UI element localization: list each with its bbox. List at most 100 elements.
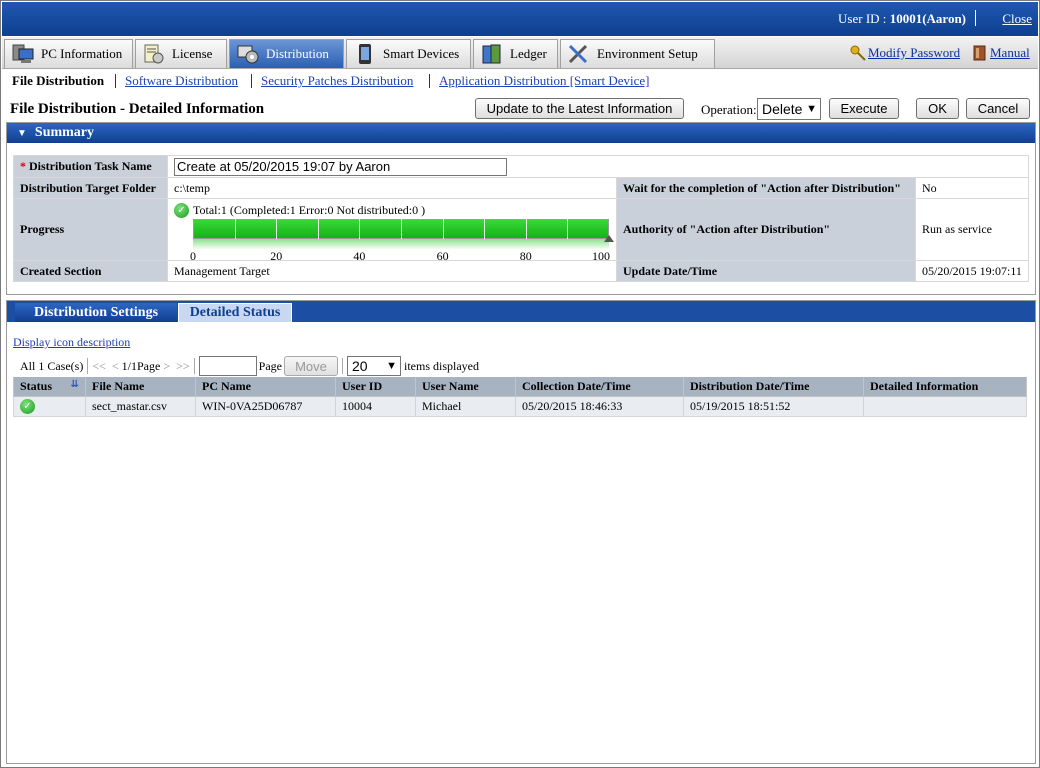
- update-datetime-value: 05/20/2015 19:07:11: [915, 260, 1029, 282]
- close-link[interactable]: Close: [1002, 11, 1032, 27]
- update-latest-button[interactable]: Update to the Latest Information: [475, 98, 684, 119]
- progress-tick-label: 0: [190, 248, 196, 263]
- check-circle-icon: ✓: [174, 202, 189, 218]
- subnav-divider: [251, 74, 252, 88]
- created-section-value: Management Target: [167, 260, 617, 282]
- prev-page-link[interactable]: <: [112, 359, 119, 374]
- sub-nav: File Distribution Software Distribution …: [2, 70, 1038, 92]
- cancel-button[interactable]: Cancel: [966, 98, 1030, 119]
- move-button[interactable]: Move: [283, 356, 338, 376]
- tab-label: PC Information: [41, 46, 123, 61]
- case-count: All 1 Case(s): [20, 358, 84, 373]
- pc-icon: [11, 43, 35, 65]
- column-header-file-name[interactable]: File Name: [85, 377, 196, 397]
- sort-icon[interactable]: ⇊: [71, 379, 79, 390]
- page-title: File Distribution - Detailed Information: [10, 101, 265, 117]
- icon-description-link[interactable]: Display icon description: [13, 335, 130, 350]
- subnav-application-distribution[interactable]: Application Distribution [Smart Device]: [439, 73, 649, 88]
- details-tabstrip: Distribution Settings Detailed Status: [7, 301, 1035, 322]
- detailed-information-cell: [863, 395, 1027, 417]
- progress-tick-label: 60: [436, 248, 449, 263]
- tab-smart-devices[interactable]: Smart Devices: [346, 39, 471, 68]
- subnav-current: File Distribution: [12, 73, 105, 88]
- tab-detailed-status[interactable]: Detailed Status: [178, 303, 292, 322]
- column-header-distribution-datetime[interactable]: Distribution Date/Time: [683, 377, 864, 397]
- user-id-display: User ID : 10001(Aaron): [838, 11, 966, 27]
- task-name-input[interactable]: Create at 05/20/2015 19:07 by Aaron: [174, 157, 507, 176]
- summary-table: * Distribution Task Name Create at 05/20…: [13, 155, 1029, 282]
- required-asterisk: *: [20, 159, 29, 173]
- task-name-label: Distribution Task Name: [29, 159, 152, 173]
- operation-label: Operation:: [701, 102, 757, 117]
- progress-gridline: [359, 218, 361, 239]
- items-per-page-select[interactable]: 20 ▼: [346, 356, 401, 376]
- column-header-detailed-information[interactable]: Detailed Information: [863, 377, 1027, 397]
- table-row[interactable]: ✓ sect_mastar.csv WIN-0VA25D06787 10004 …: [13, 395, 1027, 417]
- tab-ledger[interactable]: Ledger: [473, 39, 558, 68]
- file-name-cell: sect_mastar.csv: [85, 395, 196, 417]
- progress-widget: ✓ Total:1 (Completed:1 Error:0 Not distr…: [174, 200, 616, 263]
- task-name-cell: Create at 05/20/2015 19:07 by Aaron: [167, 155, 1029, 178]
- progress-status: ✓ Total:1 (Completed:1 Error:0 Not distr…: [174, 202, 425, 218]
- last-page-link[interactable]: >>: [176, 359, 190, 374]
- app-window: User ID : 10001(Aaron) Close PC Informat…: [0, 0, 1040, 768]
- items-displayed-label: items displayed: [403, 358, 479, 373]
- chevron-down-icon: ▼: [386, 360, 397, 372]
- pager: All 1 Case(s) << < 1/1Page > >> Page Mov…: [20, 356, 479, 376]
- manual-book-icon: [972, 45, 988, 61]
- pager-divider: [193, 358, 195, 374]
- subnav-software-distribution[interactable]: Software Distribution: [125, 73, 238, 88]
- authority-label: Authority of "Action after Distribution": [616, 198, 916, 261]
- top-bar: User ID : 10001(Aaron) Close: [2, 2, 1038, 36]
- operation-select-value: Delete: [762, 101, 803, 117]
- page-number-input[interactable]: [198, 356, 257, 376]
- distribution-icon: [236, 43, 260, 65]
- status-table: Status ⇊ File Name PC Name User ID User N…: [13, 377, 1027, 417]
- target-folder-value: c:\temp: [167, 177, 617, 199]
- pager-divider: [87, 358, 89, 374]
- column-header-pc-name[interactable]: PC Name: [195, 377, 336, 397]
- license-icon: [142, 43, 166, 65]
- tab-license[interactable]: License: [135, 39, 227, 68]
- summary-panel: ▼ Summary * Distribution Task Name Creat…: [6, 122, 1036, 295]
- first-page-link[interactable]: <<: [92, 359, 106, 374]
- table-header-row: Status ⇊ File Name PC Name User ID User N…: [13, 377, 1027, 397]
- column-header-collection-datetime[interactable]: Collection Date/Time: [515, 377, 684, 397]
- manual-link[interactable]: Manual: [990, 45, 1030, 61]
- user-id-cell: 10004: [335, 395, 416, 417]
- update-datetime-label: Update Date/Time: [616, 260, 916, 282]
- progress-marker-icon: [604, 234, 614, 242]
- tab-label: Environment Setup: [597, 46, 698, 61]
- column-header-user-name[interactable]: User Name: [415, 377, 516, 397]
- progress-tick-label: 100: [592, 248, 610, 263]
- pager-divider: [341, 358, 343, 374]
- operation-select[interactable]: Delete ▼: [757, 98, 821, 120]
- tools-icon: [567, 43, 591, 65]
- execute-button[interactable]: Execute: [829, 98, 899, 119]
- tab-label: Smart Devices: [383, 46, 460, 61]
- tab-pc-information[interactable]: PC Information: [4, 39, 133, 68]
- subnav-security-patches[interactable]: Security Patches Distribution: [261, 73, 413, 88]
- smartphone-icon: [353, 43, 377, 65]
- progress-gridline: [276, 218, 278, 239]
- progress-gridline: [525, 218, 527, 239]
- user-id-label: User ID :: [838, 11, 890, 26]
- created-section-label: Created Section: [13, 260, 168, 282]
- summary-header[interactable]: ▼ Summary: [7, 123, 1035, 143]
- tab-environment-setup[interactable]: Environment Setup: [560, 39, 715, 68]
- progress-gridline: [234, 218, 236, 239]
- progress-tick-label: 80: [519, 248, 532, 263]
- next-page-link[interactable]: >: [163, 359, 170, 374]
- wait-completion-label: Wait for the completion of "Action after…: [616, 177, 916, 199]
- tab-distribution[interactable]: Distribution: [229, 39, 344, 68]
- distribution-datetime-cell: 05/19/2015 18:51:52: [683, 395, 864, 417]
- modify-password-link[interactable]: Modify Password: [868, 45, 960, 61]
- items-per-page-value: 20: [351, 358, 368, 374]
- column-header-user-id[interactable]: User ID: [335, 377, 416, 397]
- user-name-cell: Michael: [415, 395, 516, 417]
- tab-distribution-settings[interactable]: Distribution Settings: [15, 303, 177, 322]
- ok-button[interactable]: OK: [916, 98, 959, 119]
- progress-tick-label: 20: [270, 248, 283, 263]
- progress-bar-reflection: [193, 238, 609, 249]
- column-header-status[interactable]: Status ⇊: [13, 377, 86, 397]
